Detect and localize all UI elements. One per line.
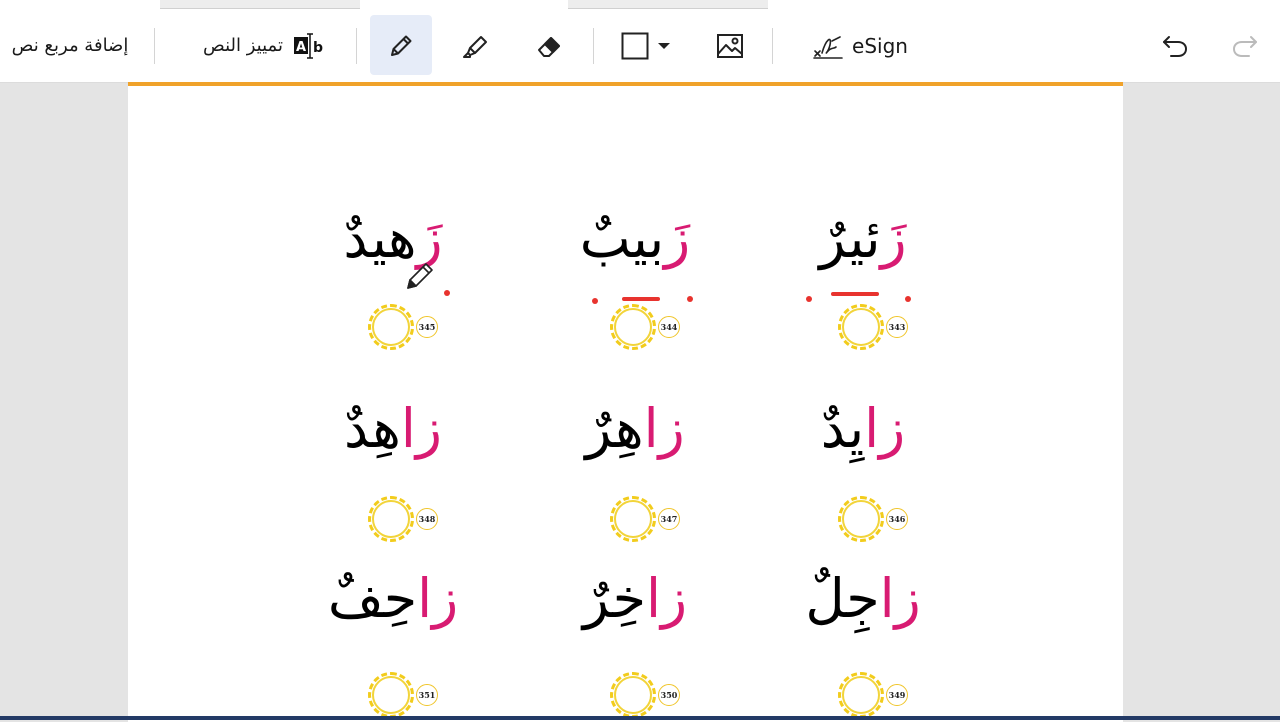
highlighted-letter: زا (417, 567, 459, 630)
taskbar-strip (0, 716, 1280, 720)
chevron-down-icon[interactable] (657, 41, 671, 51)
audio-play-circle[interactable] (838, 672, 884, 718)
arabic-word: زاحِفٌ (328, 564, 458, 634)
add-textbox-button[interactable]: إضافة مربع نص (0, 9, 140, 82)
arabic-word: زايِدٌ (821, 394, 905, 464)
svg-text:A: A (296, 40, 306, 55)
document-page[interactable]: زَئيرٌ 343 زَبيبٌ 344 زَهيدٌ 345 زايِدٌ 346 زاهِ… (128, 82, 1123, 722)
highlight-text-label: تمييز النص (203, 35, 283, 56)
pen-annotation-dot (905, 296, 911, 302)
word-remainder: يِدٌ (820, 397, 865, 460)
item-number-badge: 350 (658, 684, 680, 706)
redo-button[interactable] (1220, 9, 1270, 82)
image-icon (716, 33, 744, 59)
audio-play-circle[interactable] (610, 496, 656, 542)
arabic-word: زاخِرٌ (583, 564, 687, 634)
highlighted-letter: زَ (880, 207, 907, 270)
item-number-badge: 345 (416, 316, 438, 338)
highlighted-letter: زا (646, 567, 688, 630)
audio-ring-inner (372, 676, 410, 714)
toolbar-divider (772, 28, 773, 64)
toolbar-divider (593, 28, 594, 64)
item-number-badge: 344 (658, 316, 680, 338)
arabic-word: زاهِدٌ (344, 394, 442, 464)
highlighter-icon (461, 31, 491, 61)
word-remainder: خِرٌ (582, 567, 647, 630)
item-number-badge: 351 (416, 684, 438, 706)
highlighted-letter: زا (643, 397, 685, 460)
pen-annotation-dot (687, 296, 693, 302)
audio-play-circle[interactable] (368, 672, 414, 718)
browser-tab[interactable] (160, 0, 360, 9)
redo-icon (1231, 34, 1259, 58)
item-number-badge: 343 (886, 316, 908, 338)
undo-button[interactable] (1150, 9, 1200, 82)
audio-ring-inner (842, 500, 880, 538)
word-remainder: بيبٌ (579, 207, 665, 270)
word-remainder: جِلٌ (805, 567, 880, 630)
audio-ring-inner (614, 308, 652, 346)
eraser-icon (535, 31, 565, 61)
browser-tab[interactable] (568, 0, 768, 9)
toolbar-divider (356, 28, 357, 64)
annotation-toolbar: إضافة مربع نص تمييز النص A b eSign (0, 9, 1280, 83)
word-remainder: حِفٌ (327, 567, 418, 630)
audio-ring-inner (372, 308, 410, 346)
highlighted-letter: زَ (664, 207, 691, 270)
pen-annotation-dot (806, 296, 812, 302)
pen-annotation-dot (592, 298, 598, 304)
audio-ring-inner (614, 676, 652, 714)
arabic-word: زاجِلٌ (805, 564, 920, 634)
audio-play-circle[interactable] (838, 304, 884, 350)
item-number-badge: 349 (886, 684, 908, 706)
highlighted-letter: زا (864, 397, 906, 460)
insert-image-button[interactable] (700, 9, 760, 82)
add-textbox-label: إضافة مربع نص (11, 35, 129, 56)
audio-ring-inner (614, 500, 652, 538)
arabic-word: زاهِرٌ (585, 394, 684, 464)
arabic-word: زَبيبٌ (580, 204, 690, 274)
item-number-badge: 347 (658, 508, 680, 530)
word-remainder: ئيرٌ (819, 207, 881, 270)
pen-tool-button[interactable] (370, 9, 432, 82)
highlight-text-button[interactable]: تمييز النص A b (188, 9, 338, 82)
esign-label: eSign (852, 33, 908, 58)
highlighted-letter: زا (400, 397, 442, 460)
audio-play-circle[interactable] (368, 496, 414, 542)
eraser-tool-button[interactable] (520, 9, 580, 82)
tab-strip (0, 0, 1280, 9)
pencil-icon (387, 32, 415, 60)
item-number-badge: 346 (886, 508, 908, 530)
pen-annotation-dot (444, 290, 450, 296)
word-remainder: هِدٌ (344, 397, 401, 460)
audio-ring-inner (842, 308, 880, 346)
arabic-word: زَئيرٌ (819, 204, 906, 274)
shape-tool-button[interactable] (612, 9, 680, 82)
pen-annotation-stroke (622, 297, 660, 301)
audio-play-circle[interactable] (610, 304, 656, 350)
toolbar-divider (154, 28, 155, 64)
highlighted-letter: زا (879, 567, 921, 630)
undo-icon (1161, 34, 1189, 58)
audio-ring-inner (372, 500, 410, 538)
word-remainder: هِرٌ (585, 397, 644, 460)
audio-play-circle[interactable] (368, 304, 414, 350)
audio-play-circle[interactable] (838, 496, 884, 542)
pencil-cursor-icon (404, 258, 438, 296)
rectangle-icon (621, 32, 649, 60)
svg-text:b: b (313, 40, 323, 56)
text-highlight-icon: A b (293, 31, 323, 61)
audio-play-circle[interactable] (610, 672, 656, 718)
signature-icon (812, 31, 844, 61)
highlighter-tool-button[interactable] (446, 9, 506, 82)
esign-button[interactable]: eSign (800, 9, 920, 82)
item-number-badge: 348 (416, 508, 438, 530)
audio-ring-inner (842, 676, 880, 714)
pen-annotation-stroke (831, 292, 879, 296)
